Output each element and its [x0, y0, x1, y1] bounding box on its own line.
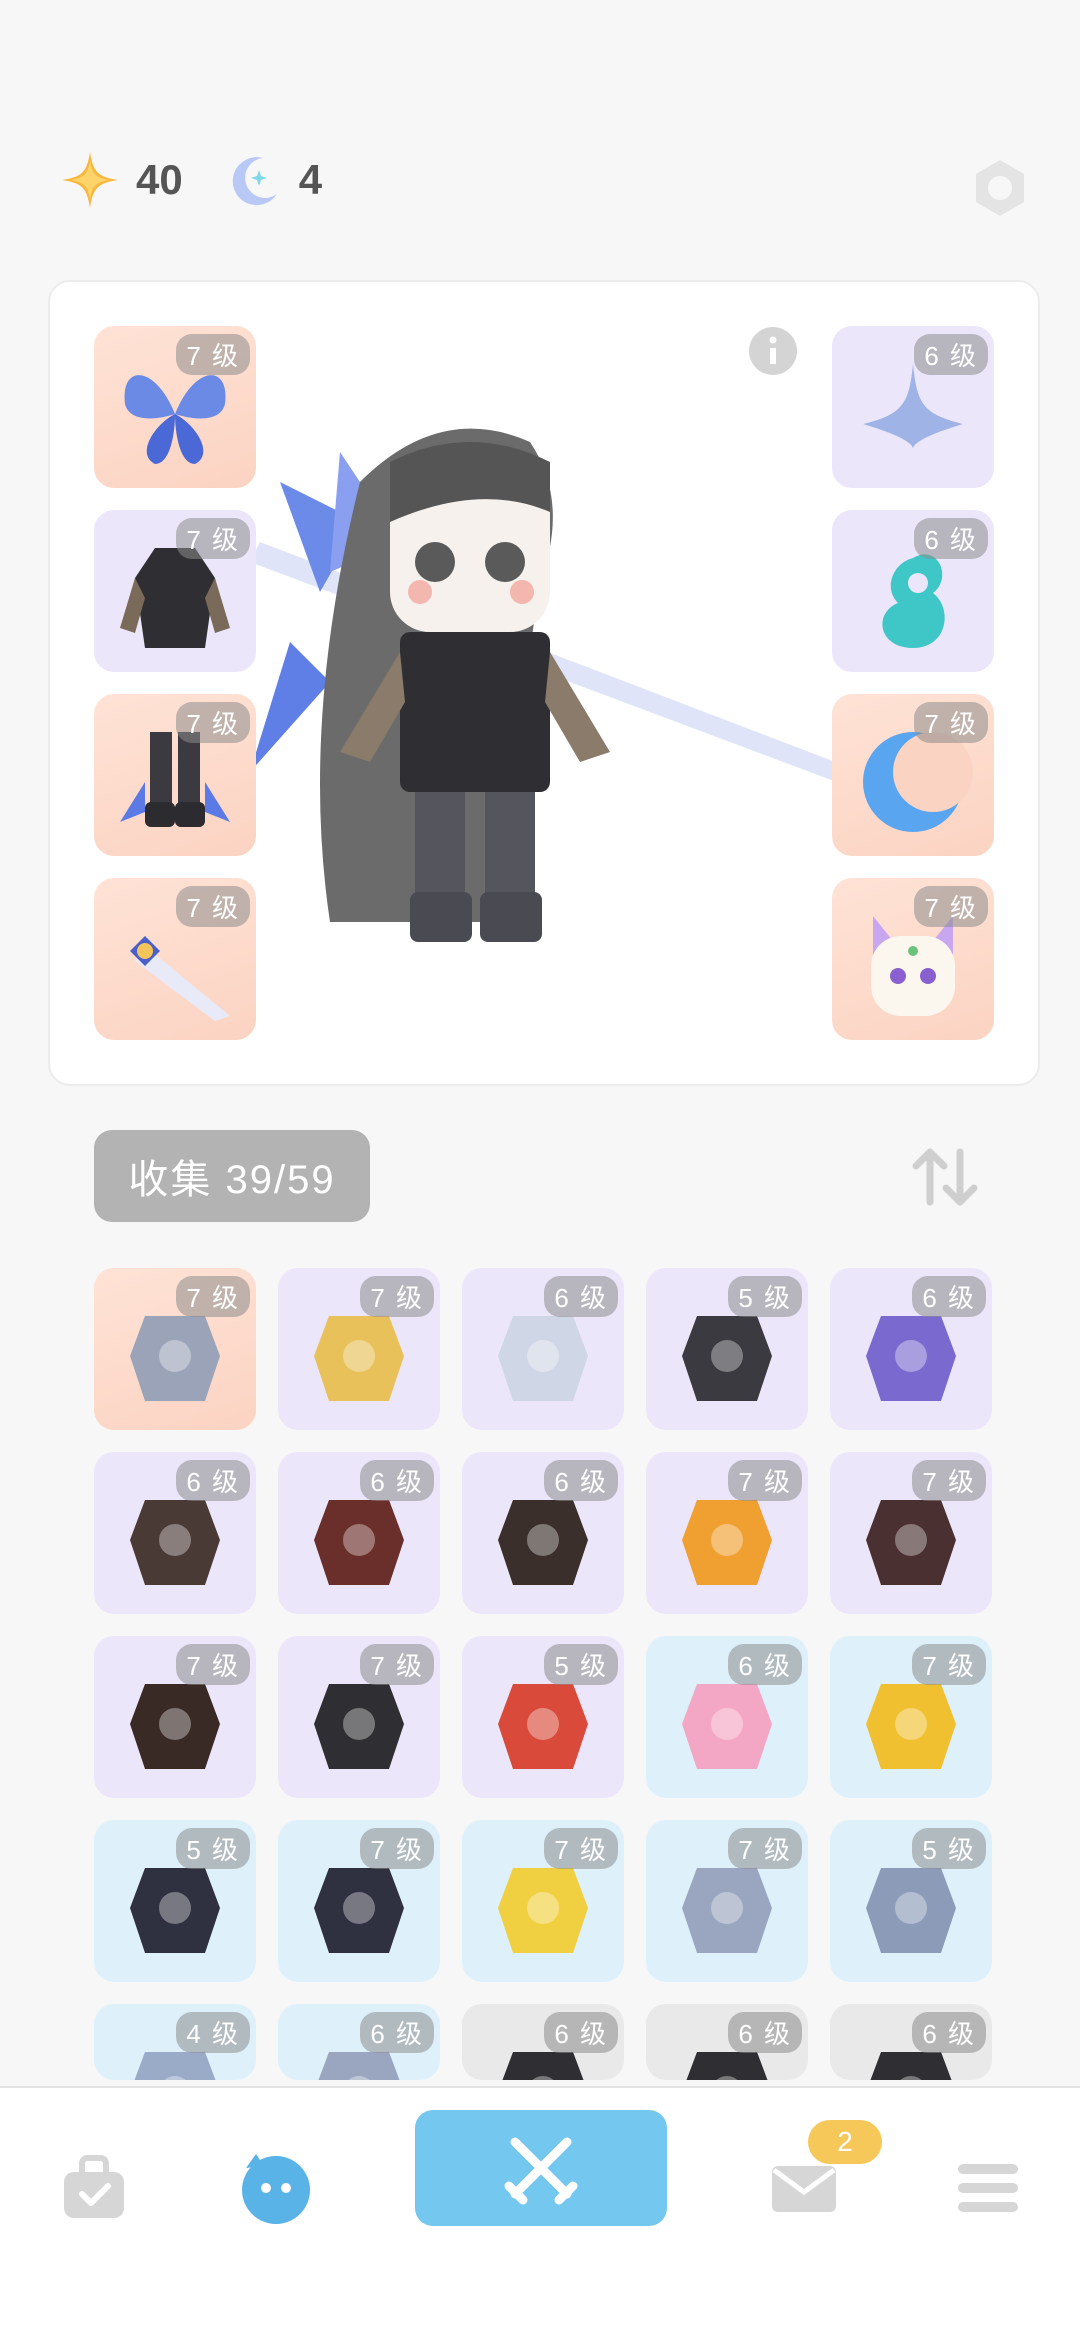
star-count: 40 [136, 156, 183, 203]
level-badge: 5 级 [728, 1276, 802, 1317]
grid-item-gold-wings[interactable]: 7 级 [830, 1636, 992, 1798]
collection-counter[interactable]: 收集 39/59 [94, 1130, 370, 1222]
level-badge: 7 级 [176, 702, 250, 743]
hexagon-settings-icon[interactable] [968, 156, 1032, 220]
equip-slot-armor[interactable]: 7 级 [94, 510, 256, 672]
level-badge: 7 级 [912, 1460, 986, 1501]
equip-slot-pet[interactable]: 6 级 [832, 510, 994, 672]
level-badge: 6 级 [544, 1276, 618, 1317]
grid-item-black-horns[interactable]: 6 级 [646, 2004, 808, 2080]
equip-slot-weapon[interactable]: 7 级 [94, 878, 256, 1040]
grid-item-black-pants[interactable]: 6 级 [830, 2004, 992, 2080]
level-badge: 7 级 [176, 1644, 250, 1685]
level-badge: 6 级 [360, 2012, 434, 2053]
level-badge: 5 级 [912, 1828, 986, 1869]
level-badge: 7 级 [360, 1276, 434, 1317]
grid-item-purple-boots[interactable]: 5 级 [646, 1268, 808, 1430]
moon-icon [223, 150, 283, 210]
level-badge: 7 级 [544, 1828, 618, 1869]
equip-slot-accessory[interactable]: 6 级 [832, 326, 994, 488]
grid-item-claw-gloves[interactable]: 5 级 [94, 1820, 256, 1982]
moon-currency[interactable]: 4 [223, 150, 322, 210]
grid-item-fish-helmet[interactable]: 7 级 [646, 1820, 808, 1982]
grid-item-crystal-gauntlet[interactable]: 6 级 [830, 1268, 992, 1430]
grid-item-brown-boots[interactable]: 6 级 [462, 1452, 624, 1614]
equip-slot-boots[interactable]: 7 级 [94, 694, 256, 856]
equip-slot-wings[interactable]: 7 级 [94, 326, 256, 488]
level-badge: 6 级 [912, 1276, 986, 1317]
bottom-nav: 2 [0, 2086, 1080, 2342]
character-icon[interactable] [236, 2148, 316, 2228]
level-badge: 7 级 [914, 886, 988, 927]
grid-item-fish-hat[interactable]: 6 级 [278, 2004, 440, 2080]
level-badge: 7 级 [360, 1644, 434, 1685]
bag-icon[interactable] [54, 2148, 134, 2228]
level-badge: 7 级 [912, 1644, 986, 1685]
battle-button[interactable] [415, 2110, 667, 2226]
level-badge: 7 级 [728, 1460, 802, 1501]
level-badge: 6 级 [914, 518, 988, 559]
level-badge: 6 级 [544, 1460, 618, 1501]
mail-badge: 2 [808, 2120, 882, 2164]
grid-item-bat-wings[interactable]: 7 级 [830, 1452, 992, 1614]
equip-slot-mask[interactable]: 7 级 [832, 878, 994, 1040]
level-badge: 6 级 [914, 334, 988, 375]
grid-item-fire-sword[interactable]: 7 级 [646, 1452, 808, 1614]
level-badge: 6 级 [912, 2012, 986, 2053]
grid-item-fish-tail[interactable]: 5 级 [830, 1820, 992, 1982]
grid-item-black-hood[interactable]: 6 级 [462, 2004, 624, 2080]
level-badge: 6 级 [176, 1460, 250, 1501]
level-badge: 7 级 [176, 518, 250, 559]
level-badge: 6 级 [360, 1460, 434, 1501]
grid-item-claw-boots[interactable]: 7 级 [278, 1820, 440, 1982]
level-badge: 6 级 [728, 2012, 802, 2053]
grid-item-golden-staff[interactable]: 7 级 [278, 1268, 440, 1430]
grid-item-horned-helmet[interactable]: 6 级 [94, 1452, 256, 1614]
level-badge: 7 级 [914, 702, 988, 743]
character-card: 7 级 7 级 7 级 7 级 6 级 6 级 7 级 7 级 [48, 280, 1040, 1086]
star-icon [60, 150, 120, 210]
grid-item-pink-sword[interactable]: 6 级 [646, 1636, 808, 1798]
grid-item-gold-trim-cape[interactable]: 7 级 [94, 1636, 256, 1798]
level-badge: 7 级 [360, 1828, 434, 1869]
level-badge: 7 级 [176, 334, 250, 375]
grid-item-red-cape[interactable]: 6 级 [278, 1452, 440, 1614]
moon-count: 4 [298, 156, 323, 203]
level-badge: 7 级 [728, 1828, 802, 1869]
grid-item-red-blade[interactable]: 5 级 [462, 1636, 624, 1798]
level-badge: 6 级 [728, 1644, 802, 1685]
level-badge: 4 级 [176, 2012, 250, 2053]
grid-item-blue-cloak[interactable]: 4 级 [94, 2004, 256, 2080]
grid-item-lightning-wings[interactable]: 7 级 [462, 1820, 624, 1982]
level-badge: 5 级 [544, 1644, 618, 1685]
level-badge: 7 级 [176, 1276, 250, 1317]
info-icon[interactable] [748, 326, 798, 376]
star-currency[interactable]: 40 [60, 150, 183, 210]
crossed-swords-icon [504, 2137, 578, 2205]
grid-item-black-boots[interactable]: 7 级 [278, 1636, 440, 1798]
level-badge: 6 级 [544, 2012, 618, 2053]
currency-bar: 40 4 [60, 150, 362, 210]
level-badge: 7 级 [176, 886, 250, 927]
grid-item-winged-helmet[interactable]: 7 级 [94, 1268, 256, 1430]
equip-slot-charm[interactable]: 7 级 [832, 694, 994, 856]
sort-icon[interactable] [908, 1140, 982, 1214]
level-badge: 5 级 [176, 1828, 250, 1869]
grid-item-white-vest[interactable]: 6 级 [462, 1268, 624, 1430]
menu-icon[interactable] [948, 2148, 1028, 2228]
